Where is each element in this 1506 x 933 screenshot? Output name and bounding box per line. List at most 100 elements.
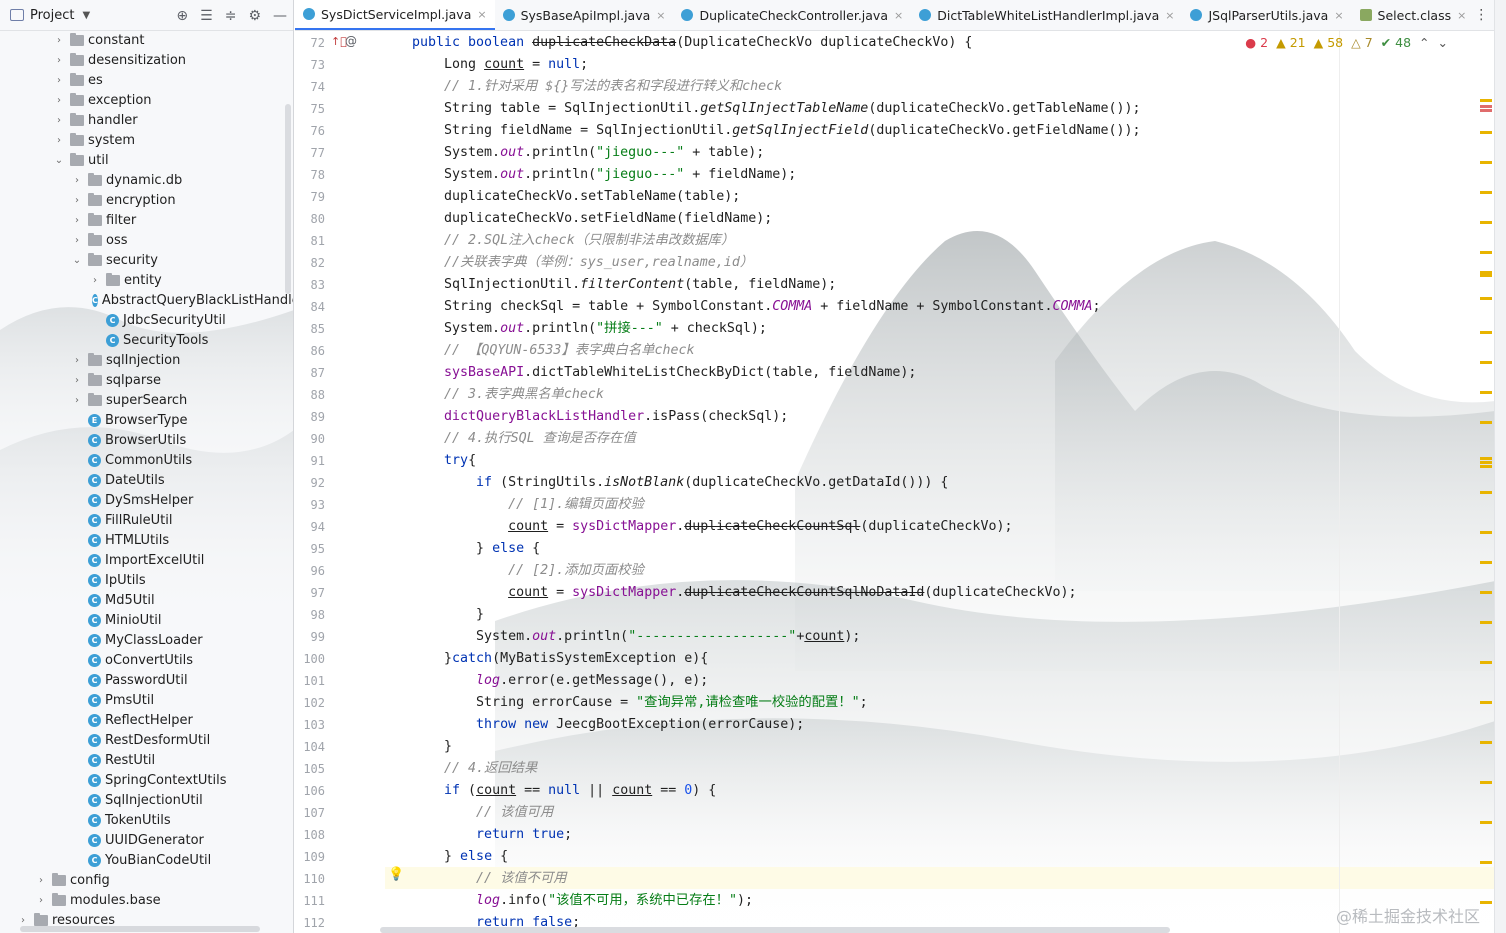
code-line[interactable]: // 该值不可用	[412, 868, 567, 890]
code-line[interactable]: return true;	[412, 824, 572, 846]
chevron-down-icon[interactable]: ▼	[82, 10, 90, 21]
close-icon[interactable]: ×	[477, 8, 486, 21]
editor-horizontal-scrollbar[interactable]	[380, 927, 1170, 933]
stripe-marker[interactable]	[1480, 821, 1492, 824]
previous-highlight-icon[interactable]: ⌃	[1419, 35, 1429, 50]
tree-item-filter[interactable]: › filter	[0, 210, 285, 230]
code-line[interactable]: String fieldName = SqlInjectionUtil.getS…	[412, 120, 1140, 142]
code-line[interactable]: String checkSql = table + SymbolConstant…	[412, 296, 1100, 318]
tree-item-myclassloader[interactable]: C MyClassLoader	[0, 630, 285, 650]
stripe-marker[interactable]	[1480, 461, 1492, 464]
stripe-marker[interactable]	[1480, 861, 1492, 864]
code-line[interactable]: } else {	[412, 846, 508, 868]
code-line[interactable]: log.info("该值不可用，系统中已存在！");	[412, 890, 753, 912]
close-icon[interactable]: ×	[656, 9, 665, 22]
code-line[interactable]: dictQueryBlackListHandler.isPass(checkSq…	[412, 406, 788, 428]
tab-sysbaseapiimpl-java[interactable]: SysBaseApiImpl.java ×	[495, 0, 674, 30]
gear-icon[interactable]: ⚙	[248, 8, 261, 24]
stripe-marker[interactable]	[1480, 331, 1492, 334]
tree-item-handler[interactable]: › handler	[0, 110, 285, 130]
chevron-right-icon[interactable]: ›	[34, 875, 48, 886]
code-line[interactable]: sysBaseAPI.dictTableWhiteListCheckByDict…	[412, 362, 916, 384]
tree-item-securitytools[interactable]: C SecurityTools	[0, 330, 285, 350]
code-line[interactable]: // [1].编辑页面校验	[412, 494, 644, 516]
code-line[interactable]: duplicateCheckVo.setFieldName(fieldName)…	[412, 208, 772, 230]
chevron-right-icon[interactable]: ›	[52, 75, 66, 86]
code-line[interactable]: // 1.针对采用 ${}写法的表名和字段进行转义和check	[412, 76, 782, 98]
code-line[interactable]: String table = SqlInjectionUtil.getSqlIn…	[412, 98, 1141, 120]
stripe-marker[interactable]	[1480, 531, 1492, 534]
project-title[interactable]: Project	[30, 8, 74, 23]
stripe-marker[interactable]	[1480, 191, 1492, 194]
tab-duplicatecheckcontroller-java[interactable]: DuplicateCheckController.java ×	[673, 0, 911, 30]
line-number-gutter[interactable]: ↑⃝ @ 💡 72 73 74 75 76 77 78 79 80 81 82 83 84 85 86 87 8…	[295, 31, 404, 933]
chevron-right-icon[interactable]: ›	[16, 915, 30, 926]
code-line[interactable]: // 该值可用	[412, 802, 553, 824]
tree-item-entity[interactable]: › entity	[0, 270, 285, 290]
code-line[interactable]: throw new JeecgBootException(errorCause)…	[412, 714, 804, 736]
tree-item-reflecthelper[interactable]: C ReflectHelper	[0, 710, 285, 730]
tree-item-browserutils[interactable]: C BrowserUtils	[0, 430, 285, 450]
chevron-right-icon[interactable]: ›	[52, 135, 66, 146]
code-line[interactable]: if (StringUtils.isNotBlank(duplicateChec…	[412, 472, 948, 494]
close-icon[interactable]: ×	[1165, 9, 1174, 22]
stripe-marker[interactable]	[1480, 741, 1492, 744]
tree-item-sqlparse[interactable]: › sqlparse	[0, 370, 285, 390]
tab-dicttablewhitelisthandlerimpl-java[interactable]: DictTableWhiteListHandlerImpl.java ×	[911, 0, 1182, 30]
tree-item-constant[interactable]: › constant	[0, 30, 285, 50]
code-line[interactable]: System.out.println("jieguo---" + table);	[412, 142, 764, 164]
tree-item-minioutil[interactable]: C MinioUtil	[0, 610, 285, 630]
code-line[interactable]: Long count = null;	[412, 54, 588, 76]
stripe-marker[interactable]	[1480, 491, 1492, 494]
tree-item-desensitization[interactable]: › desensitization	[0, 50, 285, 70]
chevron-right-icon[interactable]: ›	[70, 395, 84, 406]
code-line[interactable]: }catch(MyBatisSystemException e){	[412, 648, 708, 670]
stripe-marker[interactable]	[1480, 457, 1492, 460]
warning-count[interactable]: ▲ 21	[1276, 35, 1306, 50]
chevron-down-icon[interactable]: ⌄	[70, 255, 84, 266]
code-line[interactable]: count = sysDictMapper.duplicateCheckCoun…	[412, 516, 1012, 538]
stripe-marker[interactable]	[1480, 901, 1492, 904]
tree-item-commonutils[interactable]: C CommonUtils	[0, 450, 285, 470]
stripe-marker[interactable]	[1480, 561, 1492, 564]
tree-item-uuidgenerator[interactable]: C UUIDGenerator	[0, 830, 285, 850]
chevron-down-icon[interactable]: ⌄	[52, 155, 66, 166]
chevron-right-icon[interactable]: ›	[70, 235, 84, 246]
stripe-marker[interactable]	[1480, 421, 1492, 424]
tree-item-dysmshelper[interactable]: C DySmsHelper	[0, 490, 285, 510]
inspection-widget[interactable]: ● 2 ▲ 21 ▲ 58 △ 7 ✔ 48 ⌃ ⌄	[1245, 35, 1448, 50]
code-line[interactable]: System.out.println("jieguo---" + fieldNa…	[412, 164, 796, 186]
next-highlight-icon[interactable]: ⌄	[1438, 35, 1448, 50]
typo-count[interactable]: △ 7	[1351, 35, 1373, 50]
chevron-right-icon[interactable]: ›	[52, 95, 66, 106]
stripe-marker[interactable]	[1480, 109, 1492, 112]
code-line[interactable]: SqlInjectionUtil.filterContent(table, fi…	[412, 274, 836, 296]
stripe-marker[interactable]	[1480, 701, 1492, 704]
tree-item-system[interactable]: › system	[0, 130, 285, 150]
tree-item-supersearch[interactable]: › superSearch	[0, 390, 285, 410]
stripe-marker[interactable]	[1480, 251, 1492, 254]
code-line[interactable]: // 4.返回结果	[412, 758, 537, 780]
stripe-marker[interactable]	[1480, 131, 1492, 134]
tree-item-modules-base[interactable]: › modules.base	[0, 890, 285, 910]
tree-item-restdesformutil[interactable]: C RestDesformUtil	[0, 730, 285, 750]
stripe-marker[interactable]	[1480, 274, 1492, 277]
collapse-all-icon[interactable]: ≑	[225, 8, 237, 24]
close-icon[interactable]: ×	[1334, 9, 1343, 22]
code-line[interactable]: duplicateCheckVo.setTableName(table);	[412, 186, 740, 208]
code-line[interactable]: //关联表字典（举例：sys_user,realname,id）	[412, 252, 753, 274]
code-line[interactable]: System.out.println("拼接---" + checkSql);	[412, 318, 767, 340]
chevron-right-icon[interactable]: ›	[52, 35, 66, 46]
tree-item-jdbcsecurityutil[interactable]: C JdbcSecurityUtil	[0, 310, 285, 330]
chevron-right-icon[interactable]: ›	[52, 55, 66, 66]
tree-item-exception[interactable]: › exception	[0, 90, 285, 110]
tree-item-pmsutil[interactable]: C PmsUtil	[0, 690, 285, 710]
tab-sysdictserviceimpl-java[interactable]: SysDictServiceImpl.java ×	[295, 0, 495, 30]
chevron-right-icon[interactable]: ›	[70, 175, 84, 186]
locate-icon[interactable]: ⊕	[176, 8, 188, 24]
tree-item-sqlinjectionutil[interactable]: C SqlInjectionUtil	[0, 790, 285, 810]
code-line[interactable]: }	[412, 604, 484, 626]
error-stripe[interactable]	[1480, 61, 1494, 931]
stripe-marker[interactable]	[1480, 781, 1492, 784]
tree-item-sqlinjection[interactable]: › sqlInjection	[0, 350, 285, 370]
